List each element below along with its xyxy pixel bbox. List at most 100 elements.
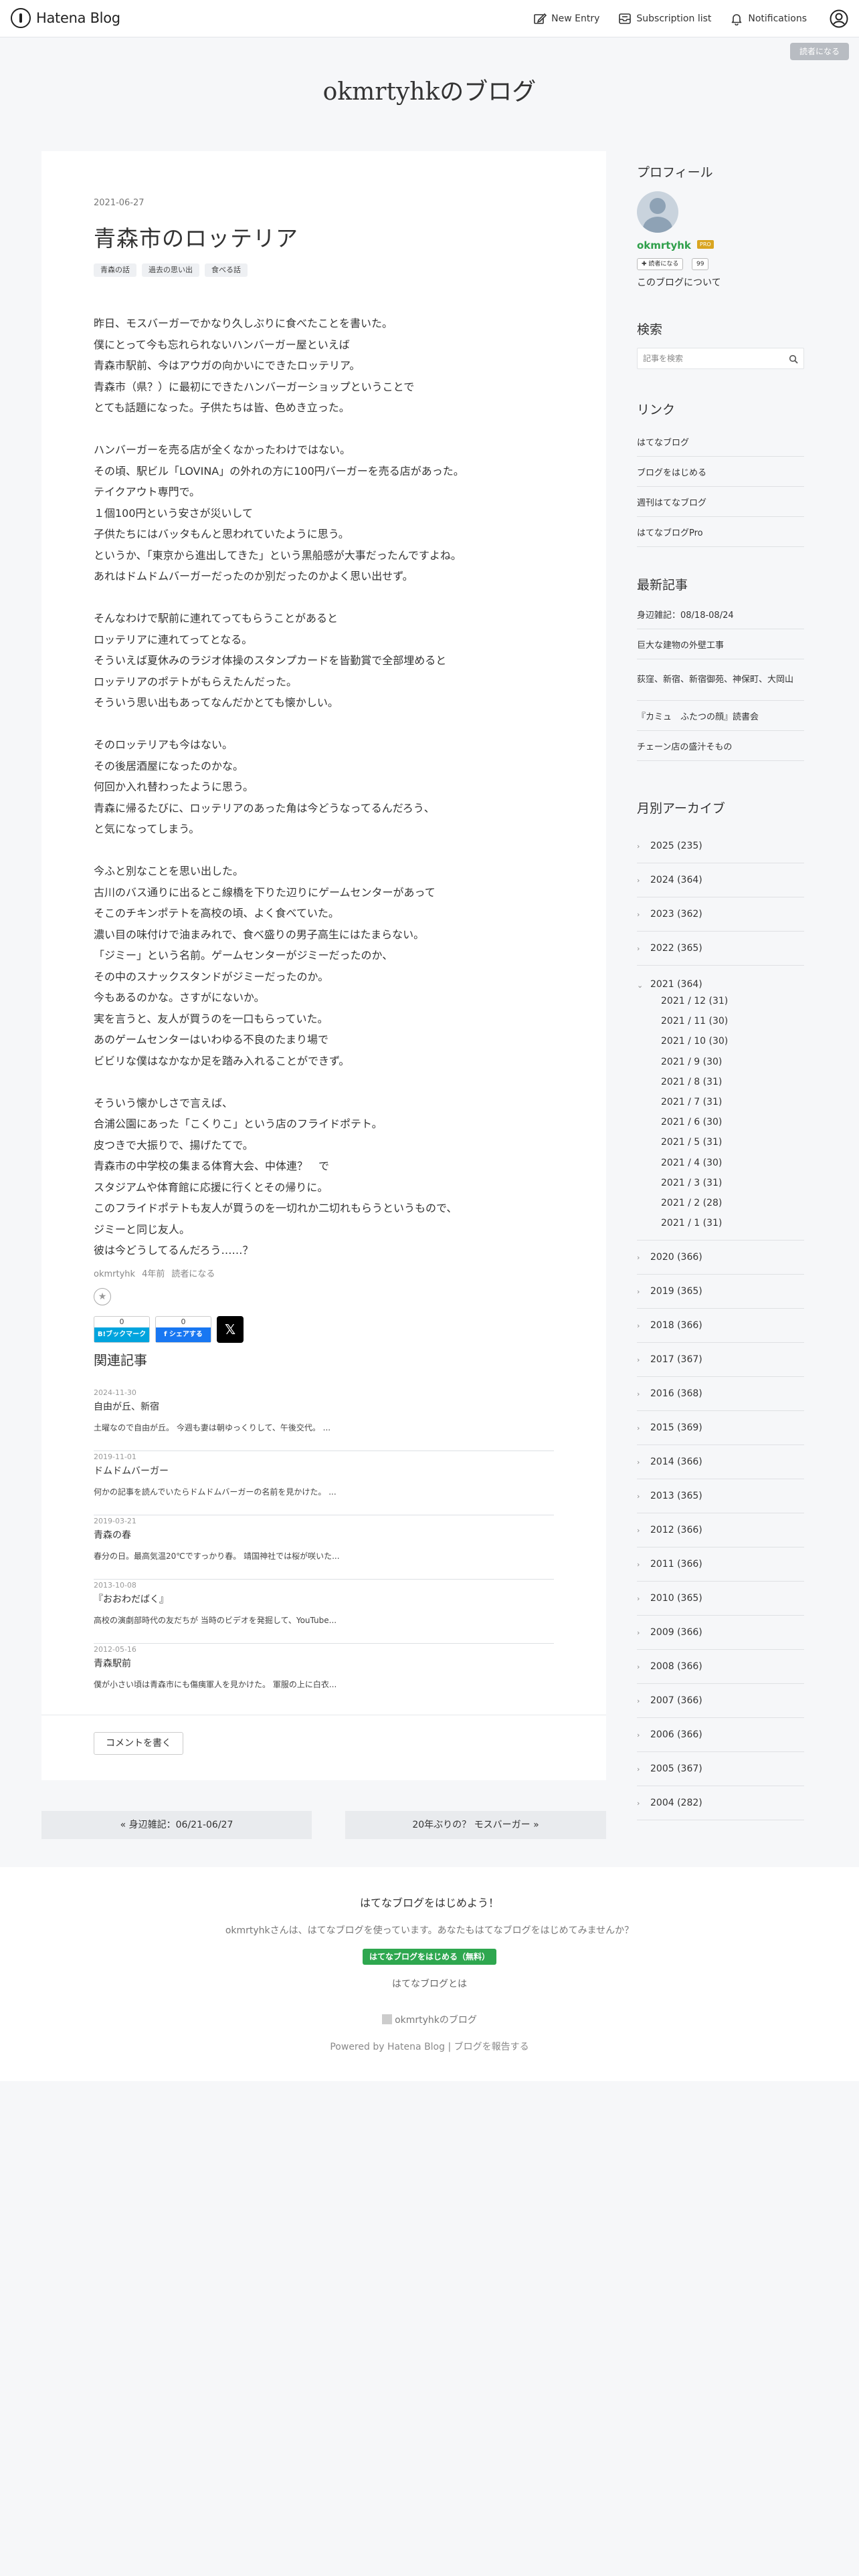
chevron-right-icon[interactable]: ›: [637, 876, 650, 885]
hatena-bookmark-button[interactable]: 0 B!ブックマーク: [94, 1316, 150, 1343]
archive-year-item[interactable]: › 2006 (366): [637, 1718, 804, 1753]
hatena-blog-logo[interactable]: Hatena Blog: [11, 8, 120, 28]
archive-month-link[interactable]: 2021 / 11 (30): [637, 1011, 804, 1031]
related-entry-title[interactable]: 『おおわだばく』: [94, 1592, 554, 1608]
subscribe-badge-button[interactable]: 読者になる: [790, 43, 849, 60]
sidebar-link-item[interactable]: はてなブログ: [637, 427, 804, 457]
archive-year-item[interactable]: › 2005 (367): [637, 1752, 804, 1787]
archive-month-link[interactable]: 2021 / 2 (28): [637, 1193, 804, 1213]
chevron-right-icon[interactable]: ›: [637, 944, 650, 953]
powered-by[interactable]: Powered by Hatena Blog | ブログを報告する: [0, 2040, 859, 2053]
chevron-down-icon[interactable]: ⌄: [637, 981, 650, 990]
chevron-right-icon[interactable]: ›: [637, 1356, 650, 1364]
chevron-right-icon[interactable]: ›: [637, 1765, 650, 1774]
related-entry-title[interactable]: ドムドムバーガー: [94, 1463, 554, 1479]
archive-month-link[interactable]: 2021 / 8 (31): [637, 1072, 804, 1092]
recent-entry-link[interactable]: 身辺雑記：08/18-08/24: [637, 599, 804, 629]
related-entry[interactable]: 2019-03-21 青森の春 春分の日。最高気温20℃ですっかり春。 靖国神社では…: [94, 1515, 554, 1580]
related-entry[interactable]: 2019-11-01 ドムドムバーガー 何かの記事を読んでいたらドムドムバーガーの名…: [94, 1451, 554, 1515]
related-entry-title[interactable]: 自由が丘、新宿: [94, 1399, 554, 1415]
archive-year-item[interactable]: › 2024 (364): [637, 863, 804, 897]
chevron-right-icon[interactable]: ›: [637, 1731, 650, 1739]
chevron-right-icon[interactable]: ›: [637, 1287, 650, 1296]
archive-year-item[interactable]: › 2007 (366): [637, 1684, 804, 1719]
x-share-icon[interactable]: 𝕏: [217, 1316, 244, 1343]
related-entry[interactable]: 2013-10-08 『おおわだばく』 高校の演劇部時代の友だちが 当時のビデオを発…: [94, 1580, 554, 1644]
sidebar-link-item[interactable]: はてなブログPro: [637, 517, 804, 547]
category-tag[interactable]: 過去の思い出: [142, 263, 199, 277]
archive-year-item[interactable]: › 2008 (366): [637, 1650, 804, 1685]
notifications-link[interactable]: Notifications: [730, 12, 807, 25]
chevron-right-icon[interactable]: ›: [637, 910, 650, 919]
archive-year-item[interactable]: › 2014 (366): [637, 1445, 804, 1480]
avatar[interactable]: [637, 191, 678, 233]
sidebar-link-item[interactable]: 週刊はてなブログ: [637, 487, 804, 517]
pager-next-link[interactable]: 20年ぶりの？ モスバーガー »: [345, 1811, 606, 1839]
archive-year-item[interactable]: › 2022 (365): [637, 932, 804, 966]
archive-month-link[interactable]: 2021 / 9 (30): [637, 1052, 804, 1072]
archive-year-item[interactable]: › 2017 (367): [637, 1343, 804, 1378]
chevron-right-icon[interactable]: ›: [637, 1594, 650, 1603]
recent-entry-link[interactable]: 『カミュ ふたつの顔』読書会: [637, 701, 804, 731]
chevron-right-icon[interactable]: ›: [637, 1662, 650, 1671]
archive-year-item[interactable]: › 2018 (366): [637, 1309, 804, 1344]
pager-prev-link[interactable]: « 身辺雑記：06/21-06/27: [41, 1811, 312, 1839]
chevron-right-icon[interactable]: ›: [637, 1458, 650, 1467]
user-menu-icon[interactable]: [830, 9, 848, 28]
subscribe-link[interactable]: 読者になる: [171, 1269, 215, 1279]
follow-button[interactable]: ✚ 読者になる: [637, 258, 684, 270]
facebook-share-button[interactable]: 0 f シェアする: [155, 1316, 211, 1343]
author-link[interactable]: okmrtyhk: [94, 1269, 135, 1279]
related-entry[interactable]: 2012-05-16 青森駅前 僕が小さい頃は青森市にも傷痍軍人を見かけた。 軍服の…: [94, 1644, 554, 1708]
new-entry-link[interactable]: New Entry: [533, 12, 599, 25]
chevron-right-icon[interactable]: ›: [637, 842, 650, 851]
recent-entry-link[interactable]: チェーン店の盛汁そもの: [637, 731, 804, 761]
search-icon[interactable]: [789, 354, 798, 366]
archive-month-link[interactable]: 2021 / 7 (31): [637, 1092, 804, 1112]
archive-year-item[interactable]: › 2011 (366): [637, 1547, 804, 1582]
archive-year-item[interactable]: › 2004 (282): [637, 1786, 804, 1821]
archive-year-item[interactable]: › 2016 (368): [637, 1377, 804, 1412]
chevron-right-icon[interactable]: ›: [637, 1697, 650, 1705]
chevron-right-icon[interactable]: ›: [637, 1253, 650, 1262]
archive-month-link[interactable]: 2021 / 12 (31): [637, 991, 804, 1011]
archive-year-item[interactable]: › 2025 (235): [637, 829, 804, 863]
archive-year-item[interactable]: › 2019 (365): [637, 1275, 804, 1309]
archive-year-item[interactable]: ⌄ 2021 (364): [637, 966, 804, 990]
entry-date[interactable]: 2021-06-27: [94, 198, 145, 208]
archive-month-link[interactable]: 2021 / 6 (30): [637, 1112, 804, 1132]
archive-year-item[interactable]: › 2023 (362): [637, 897, 804, 932]
recent-entry-link[interactable]: 荻窪、新宿、新宿御苑、神保町、大岡山: [637, 659, 804, 701]
archive-month-link[interactable]: 2021 / 1 (31): [637, 1213, 804, 1233]
category-tag[interactable]: 食べる話: [205, 263, 248, 277]
about-blog-link[interactable]: このブログについて: [637, 276, 721, 289]
search-input[interactable]: [638, 348, 778, 368]
archive-month-link[interactable]: 2021 / 4 (30): [637, 1153, 804, 1173]
follower-count[interactable]: 99: [692, 258, 709, 270]
add-star-icon[interactable]: ★: [94, 1288, 111, 1305]
footer-blog-link[interactable]: okmrtyhkのブログ: [0, 2013, 859, 2026]
archive-year-item[interactable]: › 2020 (366): [637, 1241, 804, 1275]
archive-year-item[interactable]: › 2012 (366): [637, 1513, 804, 1548]
archive-month-link[interactable]: 2021 / 3 (31): [637, 1173, 804, 1193]
profile-name[interactable]: okmrtyhk: [637, 239, 691, 251]
chevron-right-icon[interactable]: ›: [637, 1799, 650, 1808]
sidebar-link-item[interactable]: ブログをはじめる: [637, 457, 804, 487]
category-tag[interactable]: 青森の話: [94, 263, 136, 277]
archive-year-item[interactable]: › 2015 (369): [637, 1411, 804, 1446]
related-entry-title[interactable]: 青森の春: [94, 1527, 554, 1543]
archive-year-item[interactable]: › 2010 (365): [637, 1582, 804, 1616]
entry-title[interactable]: 青森市のロッテリア: [94, 221, 298, 253]
chevron-right-icon[interactable]: ›: [637, 1628, 650, 1637]
posted-ago-link[interactable]: 4年前: [142, 1269, 165, 1279]
archive-year-item[interactable]: › 2009 (366): [637, 1616, 804, 1650]
recent-entry-link[interactable]: 巨大な建物の外壁工事: [637, 629, 804, 659]
blog-title[interactable]: okmrtyhkのブログ: [0, 72, 859, 107]
chevron-right-icon[interactable]: ›: [637, 1526, 650, 1535]
chevron-right-icon[interactable]: ›: [637, 1560, 650, 1569]
about-hatena-blog-link[interactable]: はてなブログとは: [0, 1977, 859, 1990]
archive-month-link[interactable]: 2021 / 10 (30): [637, 1031, 804, 1051]
chevron-right-icon[interactable]: ›: [637, 1321, 650, 1330]
archive-month-link[interactable]: 2021 / 5 (31): [637, 1132, 804, 1152]
chevron-right-icon[interactable]: ›: [637, 1390, 650, 1398]
